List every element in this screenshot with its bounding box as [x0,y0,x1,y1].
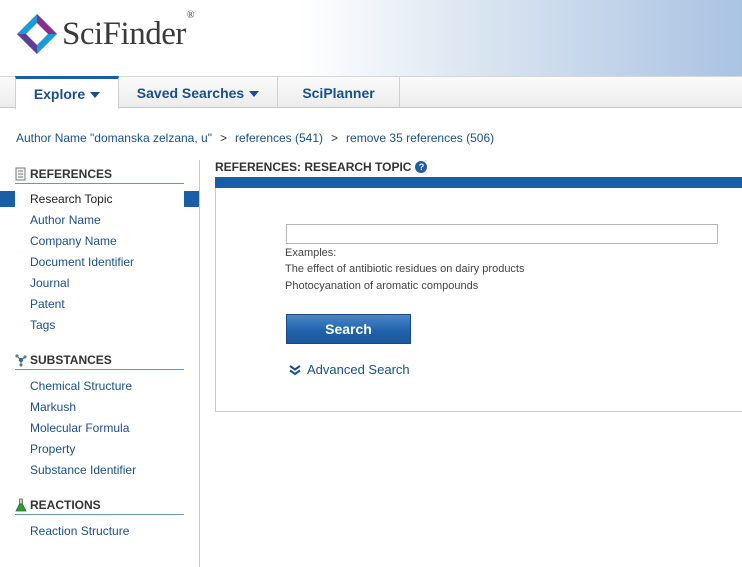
sidebar-item-author-name[interactable]: Author Name [30,213,101,227]
search-panel [215,188,742,412]
sidebar-item-patent[interactable]: Patent [30,297,65,311]
sidebar-item-molecular-formula[interactable]: Molecular Formula [30,421,129,435]
active-indicator-left [0,191,15,207]
document-icon [15,167,26,181]
app-header: SciFinder® [0,0,742,76]
scifinder-logo-icon [17,14,57,54]
title-rule [215,177,742,188]
tab-sciplanner[interactable]: SciPlanner [278,77,400,108]
molecule-icon [15,354,27,367]
sidebar-section-substances: SUBSTANCES [15,352,184,370]
sidebar-item-document-identifier[interactable]: Document Identifier [30,255,134,269]
breadcrumb-author[interactable]: Author Name "domanska zelzana, u" [16,131,212,145]
sidebar-item-property[interactable]: Property [30,442,75,456]
sidebar-item-journal[interactable]: Journal [30,276,69,290]
sidebar-item-substance-identifier[interactable]: Substance Identifier [30,463,136,477]
active-indicator-right [184,191,199,207]
page-title: REFERENCES: RESEARCH TOPIC? [215,160,428,174]
chevron-down-icon [249,90,260,97]
breadcrumb-separator: > [331,131,339,145]
sidebar-item-chemical-structure[interactable]: Chemical Structure [30,379,132,393]
breadcrumb-references[interactable]: references (541) [235,131,323,145]
help-icon[interactable]: ? [415,161,428,173]
sidebar-item-markush[interactable]: Markush [30,400,76,414]
tab-explore[interactable]: Explore [15,76,119,109]
flask-icon [15,498,27,512]
sidebar-item-research-topic[interactable]: Research Topic [30,192,113,206]
example-text: Photocyanation of aromatic compounds [285,280,479,292]
sidebar-section-reactions: REACTIONS [15,497,184,515]
breadcrumb: Author Name "domanska zelzana, u" > refere… [16,131,494,145]
research-topic-input[interactable] [286,224,718,244]
advanced-search-toggle[interactable]: Advanced Search [289,362,410,377]
brand-wordmark: SciFinder® [62,10,194,52]
sidebar-section-references: REFERENCES [15,166,184,184]
sidebar-item-company-name[interactable]: Company Name [30,234,117,248]
breadcrumb-remove-references[interactable]: remove 35 references (506) [346,131,494,145]
tab-saved-searches[interactable]: Saved Searches [119,77,278,108]
example-text: The effect of antibiotic residues on dai… [285,263,525,275]
breadcrumb-separator: > [219,131,227,145]
search-button[interactable]: Search [286,314,411,344]
examples-label: Examples: [285,247,337,259]
sidebar-item-reaction-structure[interactable]: Reaction Structure [30,524,129,538]
chevron-down-icon [90,92,101,98]
sidebar-item-tags[interactable]: Tags [30,318,55,332]
main-tab-bar: Explore Saved Searches SciPlanner [0,76,742,109]
double-chevron-down-icon [289,365,301,375]
